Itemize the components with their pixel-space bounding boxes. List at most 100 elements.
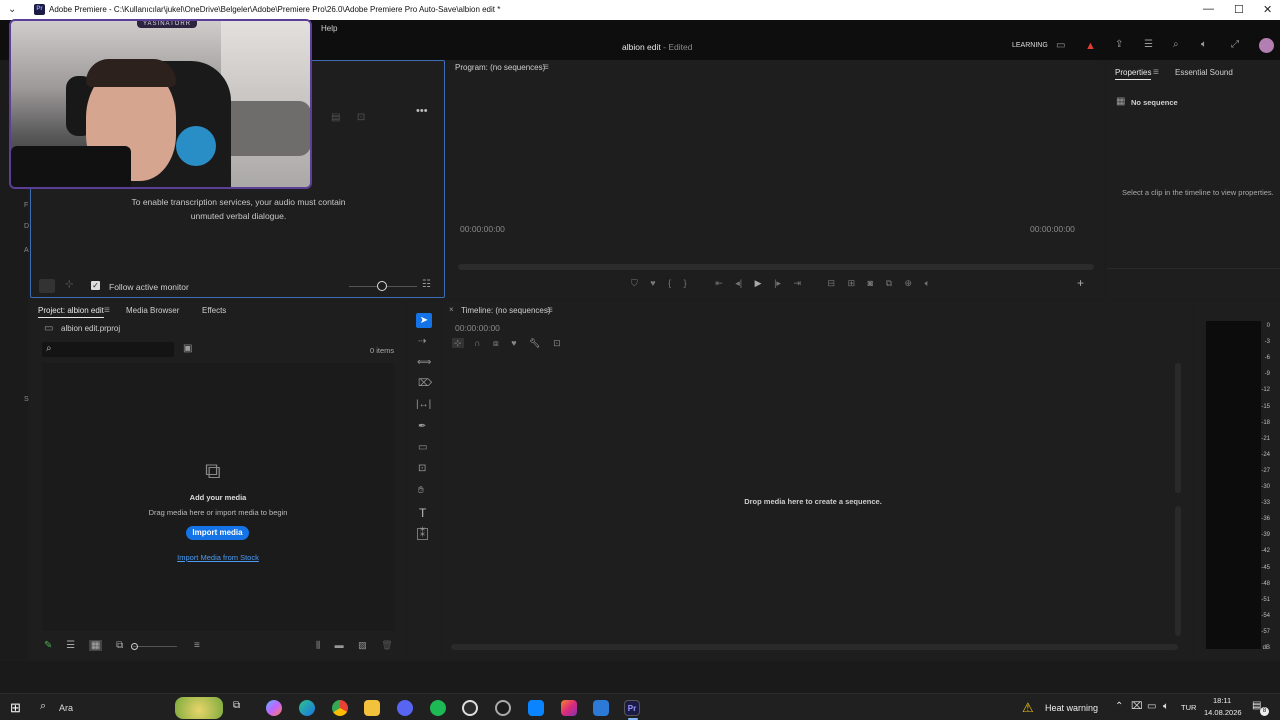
search-icon[interactable]: ⌕ [40, 701, 46, 712]
minimize-icon[interactable]: — [1203, 3, 1214, 15]
premiere-taskbar-icon[interactable]: Pr [624, 700, 640, 716]
language-indicator[interactable]: TUR [1181, 703, 1196, 712]
tray-expand-icon[interactable]: ⌃ [1115, 702, 1123, 712]
menu-icon[interactable]: ☰ [1144, 40, 1153, 50]
type-tool-icon[interactable]: T [419, 506, 426, 520]
timeline-tab[interactable]: Timeline: (no sequences) [461, 306, 551, 315]
panel-menu-icon[interactable]: ≡ [543, 63, 549, 73]
chrome-icon[interactable] [332, 700, 348, 716]
program-tab[interactable]: Program: (no sequences) [455, 63, 545, 72]
timeline-horizontal-scrollbar[interactable] [451, 644, 1178, 650]
chevron-down-icon[interactable]: ⌄ [8, 5, 16, 15]
panel-menu-icon[interactable]: ≡ [1153, 68, 1159, 78]
task-view-icon[interactable]: ⧉ [233, 701, 240, 711]
clock-date[interactable]: 14.08.2026 [1204, 708, 1242, 717]
more-options-icon[interactable]: ••• [416, 105, 428, 117]
project-media-area[interactable]: ⧉ Add your media Drag media here or impo… [42, 363, 394, 631]
edge-icon[interactable] [299, 700, 315, 716]
menu-help[interactable]: Help [321, 24, 337, 33]
video-tracks-scrollbar[interactable] [1175, 363, 1181, 493]
caption-icon[interactable]: ▤ [331, 112, 340, 123]
volume-icon[interactable]: 🔈︎ [1201, 40, 1207, 50]
thumbnail-slider-handle[interactable] [131, 643, 138, 650]
windows-start-icon[interactable]: ⊞ [10, 700, 21, 716]
close-icon[interactable]: ✕ [1263, 3, 1272, 16]
photos-icon[interactable] [593, 700, 609, 716]
go-to-in-icon[interactable]: ⇤ [715, 278, 723, 288]
captions-icon[interactable]: ⊡ [553, 338, 561, 348]
extract-icon[interactable]: ⊞ [848, 278, 856, 288]
mark-out-icon[interactable]: } [684, 278, 687, 288]
step-back-icon[interactable]: ◂| [735, 278, 742, 288]
fill-tool-icon[interactable]: ⊡ [418, 464, 426, 474]
thumbnail-size-slider[interactable] [133, 646, 177, 647]
speaker-icon[interactable]: 🔈︎ [1163, 702, 1169, 712]
split-icon[interactable]: ⊹ [65, 280, 73, 290]
maximize-icon[interactable]: ☐ [1234, 3, 1244, 16]
marker-icon[interactable]: ♥ [650, 278, 655, 288]
wrench-icon[interactable]: 🔧︎ [529, 338, 540, 348]
hand-tool-icon[interactable]: ✋︎ [418, 486, 424, 496]
selection-tool-icon[interactable]: ➤ [416, 313, 432, 328]
freeform-view-icon[interactable]: ⧉ [116, 640, 123, 651]
import-media-button[interactable]: Import media [186, 526, 249, 540]
zoom-slider-handle[interactable] [377, 281, 387, 291]
program-timecode-left[interactable]: 00:00:00:00 [460, 224, 505, 234]
import-stock-link[interactable]: Import Media from Stock [42, 553, 394, 562]
razor-tool-icon[interactable]: ⌦ [418, 379, 432, 389]
track-select-tool-icon[interactable]: ⇢ [418, 337, 426, 347]
heat-warning-label[interactable]: Heat warning [1045, 703, 1098, 713]
avatar[interactable] [1259, 38, 1274, 53]
vr-icon[interactable]: ⊕ [905, 278, 913, 288]
clock-time[interactable]: 18:11 [1213, 696, 1231, 705]
app-icon[interactable] [495, 700, 511, 716]
add-marker-icon[interactable]: ♥ [511, 338, 516, 348]
delete-icon[interactable]: 🗑︎ [381, 640, 392, 650]
instagram-icon[interactable] [561, 700, 577, 716]
tab-project[interactable]: Project: albion edit [38, 306, 104, 318]
heat-warning-icon[interactable]: ⚠ [1022, 700, 1034, 716]
linked-selection-icon[interactable]: ⧈ [493, 338, 499, 348]
audio-tracks-scrollbar[interactable] [1175, 506, 1181, 636]
follow-checkbox[interactable]: ✓ [91, 281, 100, 290]
add-button-icon[interactable]: + [1077, 276, 1084, 290]
step-forward-icon[interactable]: |▸ [774, 278, 781, 288]
pen-tool-icon[interactable]: ✒ [418, 422, 426, 432]
ripple-edit-tool-icon[interactable]: ⟺ [417, 358, 431, 368]
weather-widget-icon[interactable] [175, 697, 223, 719]
search-icon[interactable]: ⌕ [1173, 40, 1179, 50]
program-scrubber[interactable] [458, 264, 1094, 270]
search-field[interactable]: ⌕ [42, 342, 174, 357]
caption-tool-icon[interactable]: ⁑ [417, 528, 428, 540]
close-timeline-icon[interactable]: × [449, 306, 454, 314]
new-bin-icon[interactable]: ▬ [335, 640, 344, 650]
sort-icon[interactable]: ≡ [194, 641, 200, 651]
transcript-view-icon[interactable] [39, 279, 55, 293]
new-bin-search-icon[interactable]: ▣ [183, 344, 192, 354]
play-icon[interactable]: ▶ [755, 278, 762, 288]
export-frame-icon[interactable]: ◙ [868, 278, 873, 288]
capcut-icon[interactable] [528, 700, 544, 716]
spotify-icon[interactable] [430, 700, 446, 716]
battery-icon[interactable]: ▭ [1147, 702, 1156, 712]
tab-media-browser[interactable]: Media Browser [126, 306, 179, 315]
obs-icon[interactable] [462, 700, 478, 716]
nest-icon[interactable]: ⊹ [452, 338, 464, 348]
list-view-icon[interactable]: ☰ [66, 640, 75, 651]
fullscreen-icon[interactable]: ⤢ [1231, 40, 1239, 50]
discord-icon[interactable] [397, 700, 413, 716]
search-input[interactable] [58, 343, 168, 355]
cc-icon[interactable]: ⊡ [357, 112, 365, 123]
panel-menu-icon[interactable]: ≡ [547, 306, 553, 316]
write-on-icon[interactable]: ✎ [44, 640, 52, 651]
learning-tab[interactable]: LEARNING [1012, 42, 1048, 49]
tab-properties[interactable]: Properties [1115, 68, 1152, 80]
automate-icon[interactable]: ⫼ [316, 640, 320, 650]
rectangle-tool-icon[interactable]: ▭ [418, 443, 427, 453]
file-explorer-icon[interactable] [364, 700, 380, 716]
slip-tool-icon[interactable]: |↔| [416, 400, 431, 410]
lift-icon[interactable]: ⊟ [828, 278, 836, 288]
network-icon[interactable]: ⌧ [1131, 702, 1143, 712]
workspace-panel-icon[interactable]: ▭ [1056, 41, 1065, 51]
taskbar-search-label[interactable]: Ara [59, 703, 73, 713]
